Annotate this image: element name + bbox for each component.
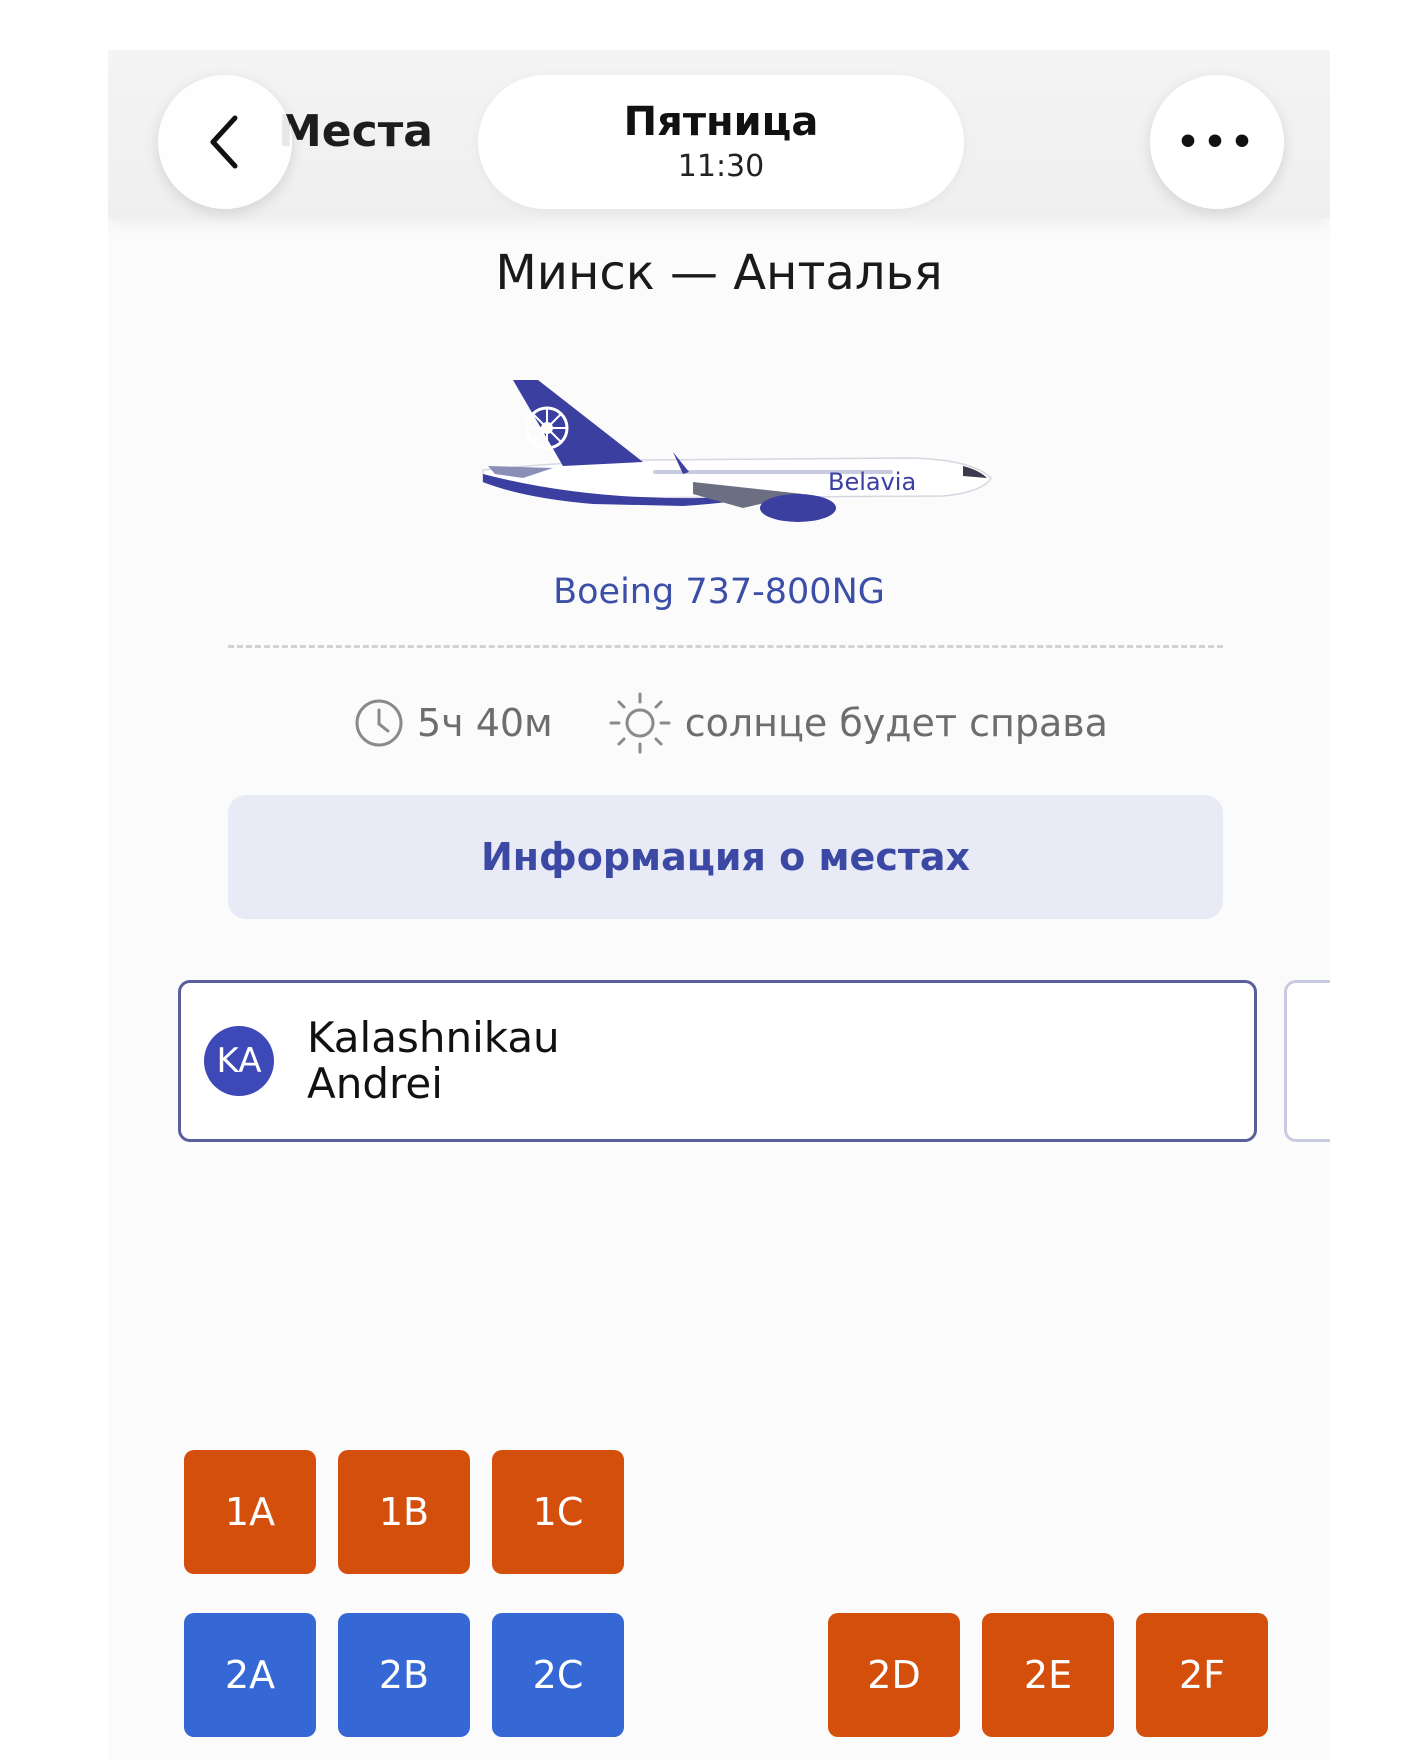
seat-2C[interactable]: 2C xyxy=(492,1613,624,1737)
seat-2D[interactable]: 2D xyxy=(828,1613,960,1737)
flight-time: 11:30 xyxy=(677,149,765,184)
avatar: KA xyxy=(204,1026,274,1096)
dashed-divider xyxy=(228,645,1223,648)
flight-duration: 5ч 40м xyxy=(417,701,553,745)
passenger-last-name: Kalashnikau xyxy=(307,1013,560,1062)
passenger-first-name: Andrei xyxy=(307,1059,443,1108)
route-title: Минск — Анталья xyxy=(495,245,943,301)
duration-item: 5ч 40м xyxy=(353,697,553,749)
flight-meta: 5ч 40м солнце будет справа xyxy=(353,688,1108,758)
navigation-bar: Места Пятница 11:30 ••• xyxy=(108,50,1330,218)
seat-2B[interactable]: 2B xyxy=(338,1613,470,1737)
seat-2A[interactable]: 2A xyxy=(184,1613,316,1737)
flight-date-pill: Пятница 11:30 xyxy=(478,75,964,209)
more-options-button[interactable]: ••• xyxy=(1150,75,1284,209)
livery-text: Belavia xyxy=(828,468,916,496)
sun-icon xyxy=(609,692,671,754)
back-label: Места xyxy=(278,106,433,157)
flight-day: Пятница xyxy=(623,99,819,145)
seat-2E[interactable]: 2E xyxy=(982,1613,1114,1737)
passenger-card[interactable]: KA Kalashnikau Andrei xyxy=(178,980,1257,1142)
seat-1A[interactable]: 1A xyxy=(184,1450,316,1574)
seat-2F[interactable]: 2F xyxy=(1136,1613,1268,1737)
seat-info-button[interactable]: Информация о местах xyxy=(228,795,1223,919)
aircraft-model: Boeing 737-800NG xyxy=(553,572,885,612)
seat-1C[interactable]: 1C xyxy=(492,1450,624,1574)
chevron-left-icon xyxy=(210,115,238,169)
sun-item: солнце будет справа xyxy=(607,690,1108,756)
sun-side: солнце будет справа xyxy=(684,701,1108,745)
seat-1B[interactable]: 1B xyxy=(338,1450,470,1574)
next-passenger-card[interactable] xyxy=(1284,980,1330,1142)
more-icon: ••• xyxy=(1176,121,1258,163)
passenger-name: Kalashnikau Andrei xyxy=(307,1015,560,1107)
seat-selection-screen: Места Пятница 11:30 ••• Минск — Анталья xyxy=(108,50,1330,1760)
clock-icon xyxy=(355,699,403,747)
back-button[interactable] xyxy=(158,75,292,209)
aircraft-image: Belavia xyxy=(482,380,992,522)
